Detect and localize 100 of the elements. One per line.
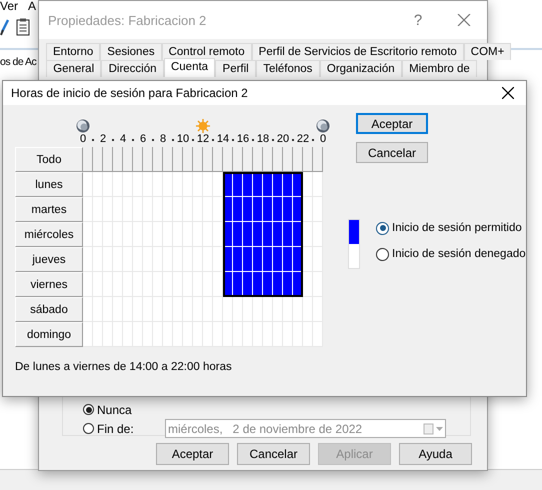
hour-column-button[interactable] xyxy=(133,147,143,172)
tab[interactable]: Teléfonos xyxy=(256,60,320,77)
hour-column-button[interactable] xyxy=(153,147,163,172)
hour-column-button[interactable] xyxy=(173,147,183,172)
hour-cell[interactable] xyxy=(83,197,93,222)
hour-cell[interactable] xyxy=(253,297,263,322)
hour-column-button[interactable] xyxy=(193,147,203,172)
tab[interactable]: Sesiones xyxy=(100,43,162,60)
brush-icon[interactable] xyxy=(0,18,10,36)
radio-button[interactable] xyxy=(376,222,389,234)
hour-cell[interactable] xyxy=(303,247,313,272)
hour-label: 18 xyxy=(256,133,270,145)
hour-cell[interactable] xyxy=(163,172,173,197)
tab[interactable]: Perfil de Servicios de Escritorio remoto xyxy=(252,43,464,60)
day-button[interactable]: miércoles xyxy=(15,222,83,247)
hour-cell[interactable] xyxy=(293,297,303,322)
hour-cell[interactable] xyxy=(83,247,93,272)
hour-column-button[interactable] xyxy=(103,147,113,172)
hour-cell[interactable] xyxy=(303,222,313,247)
menu-item[interactable]: Ver xyxy=(0,0,18,14)
hour-column-button[interactable] xyxy=(183,147,193,172)
hour-column-button[interactable] xyxy=(163,147,173,172)
tab[interactable]: Miembro de xyxy=(402,60,478,77)
hour-cell[interactable] xyxy=(83,222,93,247)
radio-button[interactable] xyxy=(83,404,94,415)
hour-cell[interactable] xyxy=(213,272,223,297)
hour-column-button[interactable] xyxy=(203,147,213,172)
hour-cell[interactable] xyxy=(83,272,93,297)
hour-label: 0 xyxy=(80,133,86,145)
clipboard-icon[interactable] xyxy=(16,18,30,36)
select-all-button[interactable]: Todo xyxy=(15,147,83,172)
hour-cell[interactable] xyxy=(273,297,283,322)
hour-cell[interactable] xyxy=(303,172,313,197)
tab[interactable]: Organización xyxy=(320,60,402,77)
radio-label[interactable]: Fin de: xyxy=(97,422,134,436)
close-icon[interactable] xyxy=(502,87,514,99)
hour-cell[interactable] xyxy=(313,172,323,197)
help-button[interactable]: ? xyxy=(395,12,441,28)
hour-column-button[interactable] xyxy=(123,147,133,172)
menu-item[interactable]: A xyxy=(28,0,36,14)
hour-cell[interactable] xyxy=(203,172,213,197)
hour-label: 22 xyxy=(296,133,310,145)
radio-label[interactable]: Inicio de sesión denegado xyxy=(392,248,526,260)
hour-cell[interactable] xyxy=(193,172,203,197)
hour-cell[interactable] xyxy=(213,297,223,322)
hour-cell[interactable] xyxy=(213,172,223,197)
window-title: Horas de inicio de sesión para Fabricacion 2 xyxy=(11,86,249,100)
hour-cell[interactable] xyxy=(213,222,223,247)
day-button[interactable]: viernes xyxy=(15,272,83,297)
hour-cell[interactable] xyxy=(213,197,223,222)
hour-column-button[interactable] xyxy=(93,147,103,172)
moon-icon xyxy=(316,119,330,133)
day-button[interactable]: domingo xyxy=(15,322,83,347)
hour-cell[interactable] xyxy=(283,297,293,322)
tab[interactable]: Perfil xyxy=(215,60,256,77)
hour-cell[interactable] xyxy=(183,172,193,197)
day-button[interactable]: martes xyxy=(15,197,83,222)
hour-cell[interactable] xyxy=(83,172,93,197)
dialog-button[interactable]: Cancelar xyxy=(356,142,428,163)
tab[interactable]: Entorno xyxy=(46,43,100,60)
hour-column-button[interactable] xyxy=(113,147,123,172)
hour-cell[interactable] xyxy=(223,297,233,322)
day-button[interactable]: sábado xyxy=(15,297,83,322)
dialog-button[interactable]: Aceptar xyxy=(156,443,229,465)
day-button[interactable]: lunes xyxy=(15,172,83,197)
hour-cell[interactable] xyxy=(83,322,93,347)
radio-button[interactable] xyxy=(83,423,94,434)
tab[interactable]: Control remoto xyxy=(162,43,252,60)
radio-label[interactable]: Inicio de sesión permitido xyxy=(392,222,522,234)
hour-cell[interactable] xyxy=(303,297,313,322)
hour-cell[interactable] xyxy=(173,172,183,197)
hour-cell[interactable] xyxy=(113,172,123,197)
hour-cell[interactable] xyxy=(303,197,313,222)
dialog-button[interactable]: Aceptar xyxy=(356,113,428,134)
hour-cell[interactable] xyxy=(143,172,153,197)
hour-cell[interactable] xyxy=(243,297,253,322)
hour-column-button[interactable] xyxy=(83,147,93,172)
radio-label[interactable]: Nunca xyxy=(97,402,132,416)
hour-cell[interactable] xyxy=(263,297,273,322)
hour-cell[interactable] xyxy=(133,172,143,197)
dialog-button[interactable]: Cancelar xyxy=(237,443,310,465)
hour-cell[interactable] xyxy=(303,272,313,297)
tab[interactable]: General xyxy=(46,60,102,77)
hour-cell[interactable] xyxy=(103,172,113,197)
day-button[interactable]: jueves xyxy=(15,247,83,272)
hour-cell[interactable] xyxy=(93,172,103,197)
window-title: Propiedades: Fabricacion 2 xyxy=(48,12,208,28)
hour-cell[interactable] xyxy=(213,247,223,272)
hour-cell[interactable] xyxy=(153,172,163,197)
hour-cell[interactable] xyxy=(233,297,243,322)
hour-column-button[interactable] xyxy=(143,147,153,172)
radio-button[interactable] xyxy=(376,248,389,260)
tab[interactable]: Cuenta xyxy=(164,58,216,77)
hour-cell[interactable] xyxy=(123,172,133,197)
tab[interactable]: Dirección xyxy=(101,60,164,77)
hour-cell[interactable] xyxy=(83,297,93,322)
tree-item[interactable]: os de Ac xyxy=(0,56,36,68)
tab[interactable]: COM+ xyxy=(464,43,512,60)
dialog-button[interactable]: Ayuda xyxy=(399,443,472,465)
hour-column-button[interactable] xyxy=(313,147,323,172)
